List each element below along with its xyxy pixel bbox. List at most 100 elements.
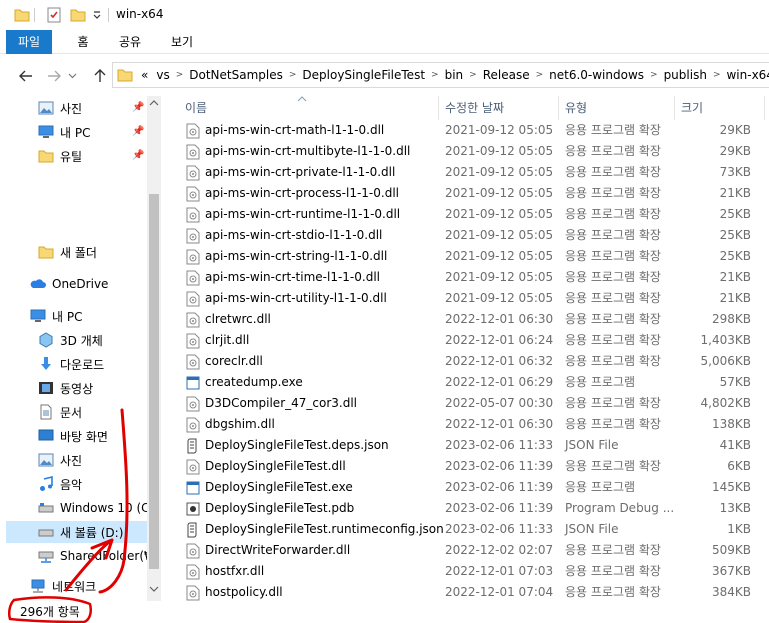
file-row[interactable]: hostpolicy.dll 2022-12-01 07:04 응용 프로그램 확장… — [161, 582, 769, 601]
breadcrumb-overflow[interactable]: « — [137, 68, 152, 82]
nav-item-new-folder[interactable]: 새 폴더 — [38, 241, 97, 263]
file-row[interactable]: api-ms-win-crt-stdio-l1-1-0.dll 2021-09-1… — [161, 225, 769, 246]
breadcrumb-separator-icon[interactable]: > — [711, 70, 723, 80]
forward-button[interactable] — [44, 66, 64, 86]
properties-icon[interactable] — [46, 7, 62, 23]
breadcrumb-separator-icon[interactable]: > — [534, 70, 546, 80]
tab-view[interactable]: 보기 — [162, 30, 202, 54]
nav-item-music[interactable]: 음악 — [38, 473, 82, 495]
nav-scrollbar[interactable] — [147, 96, 161, 601]
up-button[interactable] — [90, 66, 110, 86]
file-row[interactable]: api-ms-win-crt-private-l1-1-0.dll 2021-09… — [161, 162, 769, 183]
breadcrumb-separator-icon[interactable]: > — [429, 70, 441, 80]
video-icon — [39, 382, 53, 394]
file-size: 1,403KB — [700, 333, 751, 347]
file-row[interactable]: api-ms-win-crt-math-l1-1-0.dll 2021-09-12… — [161, 120, 769, 141]
arrow-right-icon — [48, 70, 61, 82]
nav-item-drive-c[interactable]: Windows 10 (C: — [38, 497, 154, 519]
new-folder-icon[interactable] — [70, 7, 86, 23]
nav-item-3d-objects[interactable]: 3D 개체 — [38, 329, 103, 351]
nav-item-documents[interactable]: 문서 — [38, 401, 82, 423]
file-name: api-ms-win-crt-stdio-l1-1-0.dll — [205, 228, 383, 242]
nav-item-downloads[interactable]: 다운로드 — [38, 353, 104, 375]
breadcrumb-separator-icon[interactable]: > — [467, 70, 479, 80]
document-icon — [40, 404, 52, 420]
file-type: 응용 프로그램 확장 — [565, 291, 661, 305]
tab-home[interactable]: 홈 — [66, 30, 100, 54]
nav-item-pc-quick[interactable]: 내 PC — [38, 121, 90, 143]
network-drive-icon — [38, 551, 54, 563]
file-type: JSON File — [565, 522, 619, 536]
back-button[interactable] — [16, 66, 36, 86]
column-header-name[interactable]: 이름 — [179, 96, 439, 120]
nav-item-util[interactable]: 유틸 — [38, 145, 82, 167]
nav-item-drive-d[interactable]: 새 볼륨 (D:) — [6, 521, 147, 543]
address-bar[interactable]: « vs > DotNetSamples > DeploySingleFileT… — [112, 62, 769, 88]
scroll-up-icon[interactable] — [147, 98, 161, 108]
breadcrumb-item[interactable]: bin — [441, 68, 468, 82]
nav-item-desktop[interactable]: 바탕 화면 — [38, 425, 108, 447]
desktop-icon — [38, 429, 54, 441]
window-title: win-x64 — [116, 7, 164, 21]
nav-item-pictures[interactable]: 사진 — [38, 449, 82, 471]
breadcrumb-separator-icon[interactable]: > — [648, 70, 660, 80]
folder-icon — [117, 69, 133, 82]
breadcrumb-separator-icon[interactable]: > — [287, 70, 299, 80]
file-date: 2021-09-12 05:05 — [445, 123, 554, 137]
breadcrumb-item[interactable]: DeploySingleFileTest — [298, 68, 429, 82]
file-size: 5,006KB — [700, 354, 751, 368]
file-row[interactable]: api-ms-win-crt-runtime-l1-1-0.dll 2021-09… — [161, 204, 769, 225]
scroll-down-icon[interactable] — [147, 584, 161, 594]
file-row[interactable]: DeploySingleFileTest.dll 2023-02-06 11:39… — [161, 456, 769, 477]
file-row[interactable]: clretwrc.dll 2022-12-01 06:30 응용 프로그램 확장 29… — [161, 309, 769, 330]
tab-file[interactable]: 파일 — [6, 30, 52, 54]
file-row[interactable]: DeploySingleFileTest.deps.json 2023-02-06… — [161, 435, 769, 456]
file-row[interactable]: DeploySingleFileTest.runtimeconfig.json 2… — [161, 519, 769, 540]
file-row[interactable]: api-ms-win-crt-utility-l1-1-0.dll 2021-09… — [161, 288, 769, 309]
file-row[interactable]: clrjit.dll 2022-12-01 06:24 응용 프로그램 확장 1,40… — [161, 330, 769, 351]
column-header-type[interactable]: 유형 — [559, 96, 675, 120]
column-header-size[interactable]: 크기 — [675, 96, 765, 120]
pin-icon[interactable]: 📌 — [132, 102, 144, 113]
file-row[interactable]: DeploySingleFileTest.exe 2023-02-06 11:39… — [161, 477, 769, 498]
breadcrumb-item[interactable]: vs — [152, 68, 173, 82]
nav-item-shared-folder[interactable]: SharedFolder(₩ — [38, 545, 156, 567]
pin-icon[interactable]: 📌 — [132, 150, 144, 161]
nav-item-videos[interactable]: 동영상 — [38, 377, 93, 399]
file-row[interactable]: api-ms-win-crt-string-l1-1-0.dll 2021-09-… — [161, 246, 769, 267]
nav-item-label: 음악 — [60, 477, 83, 492]
file-row[interactable]: api-ms-win-crt-process-l1-1-0.dll 2021-09… — [161, 183, 769, 204]
breadcrumb-item[interactable]: Release — [479, 68, 534, 82]
file-row[interactable]: api-ms-win-crt-time-l1-1-0.dll 2021-09-12… — [161, 267, 769, 288]
nav-item-this-pc[interactable]: 내 PC — [30, 305, 82, 327]
file-row[interactable]: D3DCompiler_47_cor3.dll 2022-05-07 00:30 응… — [161, 393, 769, 414]
file-row[interactable]: coreclr.dll 2022-12-01 06:32 응용 프로그램 확장 5,0… — [161, 351, 769, 372]
tab-share[interactable]: 공유 — [110, 30, 150, 54]
file-row[interactable]: api-ms-win-crt-multibyte-l1-1-0.dll 2021-… — [161, 141, 769, 162]
breadcrumb-item[interactable]: DotNetSamples — [185, 68, 287, 82]
nav-scrollbar-thumb[interactable] — [149, 194, 159, 569]
nav-item-label: 문서 — [60, 405, 83, 420]
pin-icon[interactable]: 📌 — [132, 126, 144, 137]
recent-locations-button[interactable] — [66, 66, 78, 86]
breadcrumb-item[interactable]: win-x64 — [722, 68, 769, 82]
file-name: DeploySingleFileTest.deps.json — [205, 438, 389, 452]
customize-quick-access-icon[interactable] — [92, 7, 102, 23]
file-row[interactable]: hostfxr.dll 2022-12-01 07:03 응용 프로그램 확장 367… — [161, 561, 769, 582]
nav-item-onedrive[interactable]: OneDrive — [30, 273, 108, 295]
file-row[interactable]: createdump.exe 2022-12-01 06:29 응용 프로그램 57K… — [161, 372, 769, 393]
column-header-date[interactable]: 수정한 날짜 — [439, 96, 559, 120]
nav-item-pictures-quick[interactable]: 사진 — [38, 97, 82, 119]
file-row[interactable]: DirectWriteForwarder.dll 2022-12-02 02:07… — [161, 540, 769, 561]
breadcrumb-item[interactable]: publish — [660, 68, 711, 82]
file-size: 57KB — [719, 375, 751, 389]
file-row[interactable]: DeploySingleFileTest.pdb 2023-02-06 11:39… — [161, 498, 769, 519]
file-row[interactable]: dbgshim.dll 2022-12-01 06:30 응용 프로그램 확장 138… — [161, 414, 769, 435]
breadcrumb-item[interactable]: net6.0-windows — [545, 68, 648, 82]
nav-item-network[interactable]: 네트워크 — [30, 575, 96, 597]
breadcrumb-separator-icon[interactable]: > — [174, 70, 186, 80]
nav-item-label: SharedFolder(₩ — [60, 549, 156, 563]
file-size: 13KB — [719, 501, 751, 515]
file-date: 2022-12-01 06:30 — [445, 417, 554, 431]
file-name: DeploySingleFileTest.pdb — [205, 501, 355, 515]
